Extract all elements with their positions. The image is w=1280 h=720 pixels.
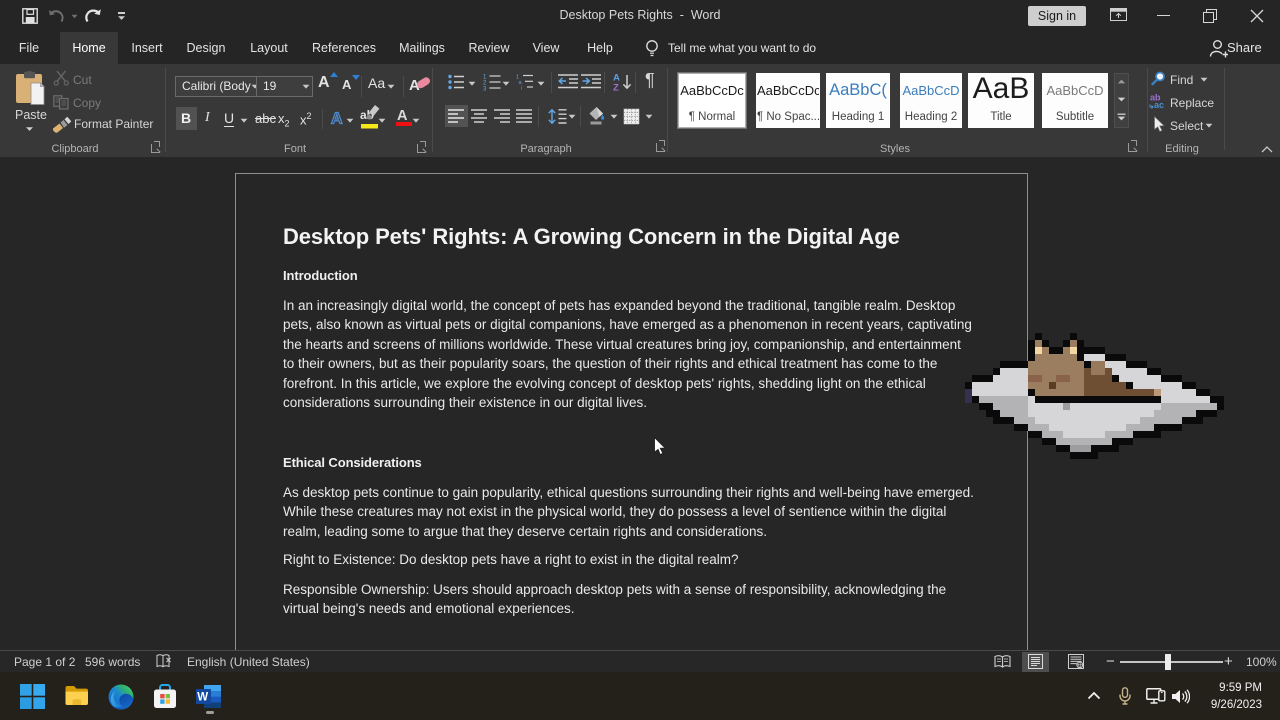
svg-text:A: A (331, 111, 343, 128)
svg-text:i: i (521, 86, 522, 91)
svg-text:Z: Z (613, 83, 619, 92)
svg-text:3: 3 (483, 87, 487, 93)
svg-text:W: W (197, 692, 208, 704)
svg-text:ac: ac (1154, 100, 1164, 109)
